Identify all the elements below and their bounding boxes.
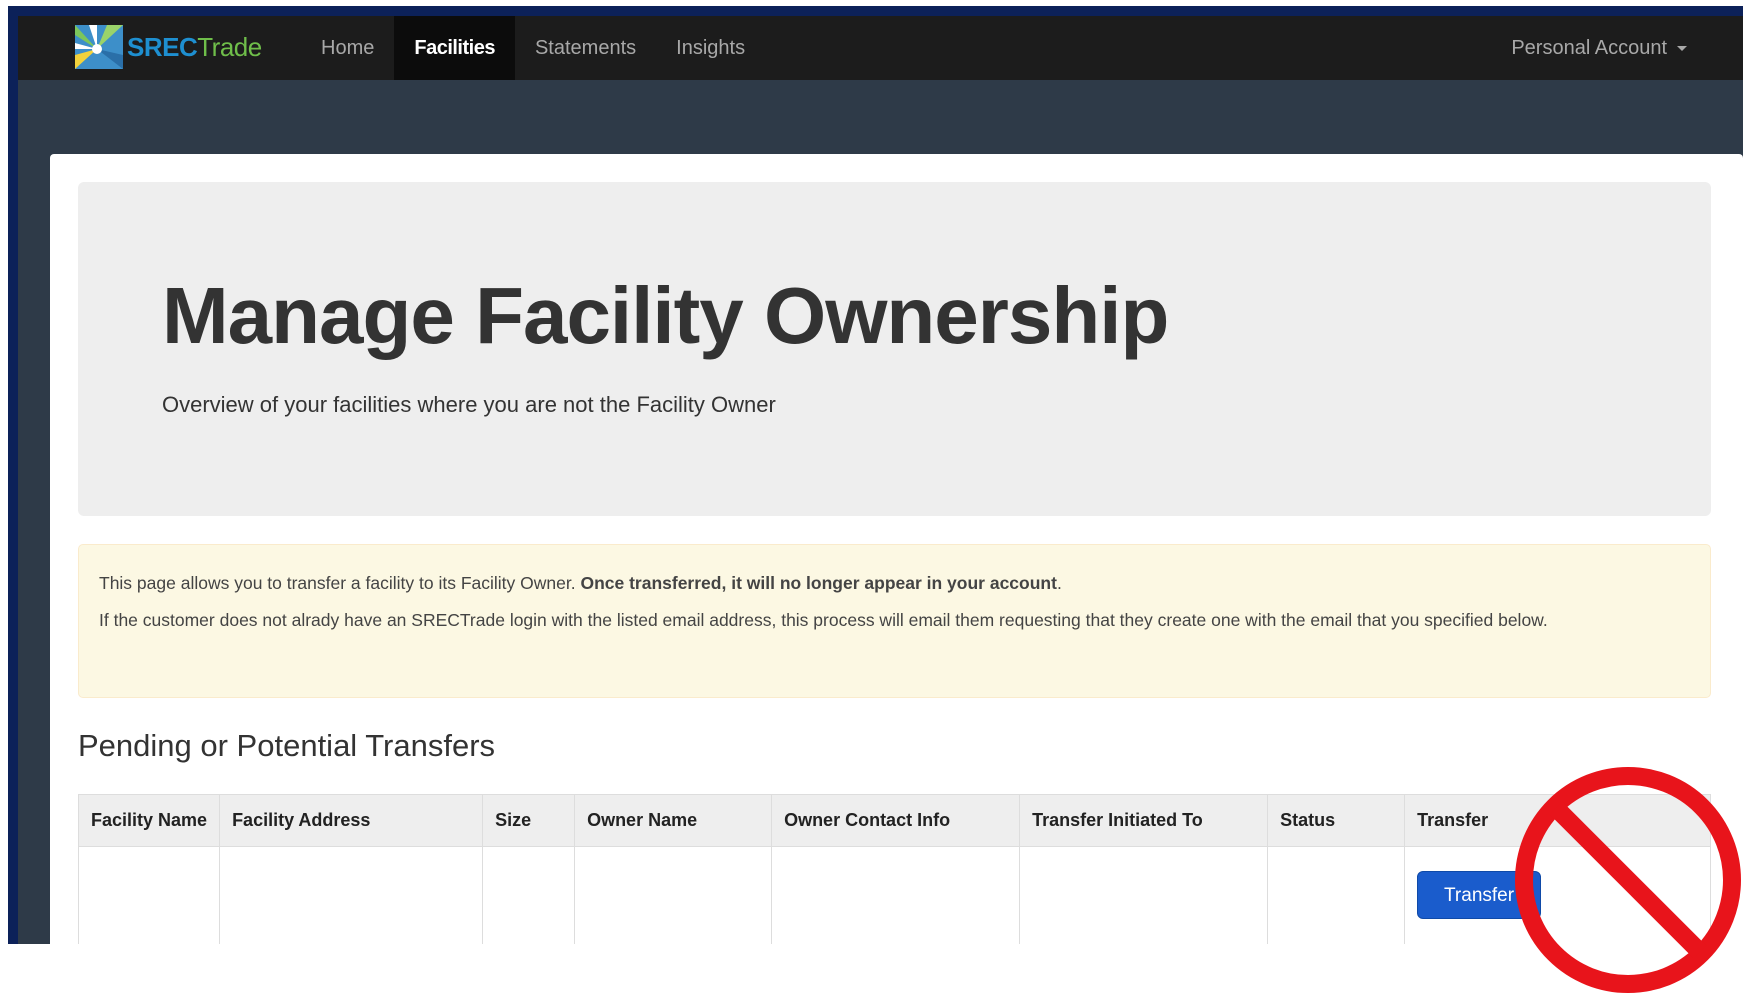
- main-content: Manage Facility Ownership Overview of yo…: [50, 154, 1743, 944]
- cell-facility-address: [219, 846, 484, 944]
- warning-alert: This page allows you to transfer a facil…: [78, 544, 1711, 698]
- app-border: SRECTrade Home Facilities Statements Ins…: [8, 6, 1743, 944]
- alert-line-1: This page allows you to transfer a facil…: [99, 573, 1062, 593]
- hero-panel: Manage Facility Ownership Overview of yo…: [78, 182, 1711, 516]
- cell-status: [1267, 846, 1406, 944]
- account-label: Personal Account: [1511, 37, 1667, 59]
- alert-line-2: If the customer does not alrady have an …: [99, 610, 1548, 630]
- col-transfer-initiated-to: Transfer Initiated To: [1019, 794, 1269, 847]
- transfers-table: Facility Name Facility Address Size Owne…: [77, 794, 1711, 944]
- transfer-button[interactable]: Transfer: [1417, 871, 1542, 919]
- cell-transfer: Transfer: [1404, 846, 1711, 944]
- alert-emphasis: Once transferred, it will no longer appe…: [580, 573, 1057, 593]
- screenshot-frame: SRECTrade Home Facilities Statements Ins…: [0, 0, 1743, 993]
- account-menu[interactable]: Personal Account: [1511, 16, 1687, 80]
- col-facility-name: Facility Name: [77, 794, 221, 847]
- cell-transfer-initiated-to: [1019, 846, 1269, 944]
- col-owner-contact: Owner Contact Info: [771, 794, 1021, 847]
- main-nav: Home Facilities Statements Insights: [301, 16, 765, 80]
- col-size: Size: [482, 794, 576, 847]
- col-owner-name: Owner Name: [574, 794, 773, 847]
- cell-owner-contact: [771, 846, 1021, 944]
- cell-owner-name: [574, 846, 773, 944]
- section-title: Pending or Potential Transfers: [78, 728, 496, 763]
- nav-facilities[interactable]: Facilities: [394, 16, 515, 80]
- srectrade-sunburst-icon: [75, 25, 123, 69]
- col-facility-address: Facility Address: [219, 794, 484, 847]
- nav-insights[interactable]: Insights: [656, 16, 765, 80]
- col-status: Status: [1267, 794, 1406, 847]
- top-navbar: SRECTrade Home Facilities Statements Ins…: [18, 16, 1743, 80]
- cell-size: [482, 846, 576, 944]
- nav-statements[interactable]: Statements: [515, 16, 656, 80]
- brand-name: SRECTrade: [127, 31, 262, 62]
- nav-home[interactable]: Home: [301, 16, 394, 80]
- caret-down-icon: [1677, 45, 1687, 51]
- table-header-row: Facility Name Facility Address Size Owne…: [77, 794, 1711, 847]
- browser-window: SRECTrade Home Facilities Statements Ins…: [18, 16, 1743, 944]
- page-subtitle: Overview of your facilities where you ar…: [162, 392, 776, 417]
- table-row: Transfer: [77, 846, 1711, 944]
- col-transfer: Transfer: [1404, 794, 1711, 847]
- brand-logo[interactable]: SRECTrade: [75, 24, 262, 70]
- cell-facility-name: [77, 846, 221, 944]
- page-title: Manage Facility Ownership: [162, 271, 1169, 360]
